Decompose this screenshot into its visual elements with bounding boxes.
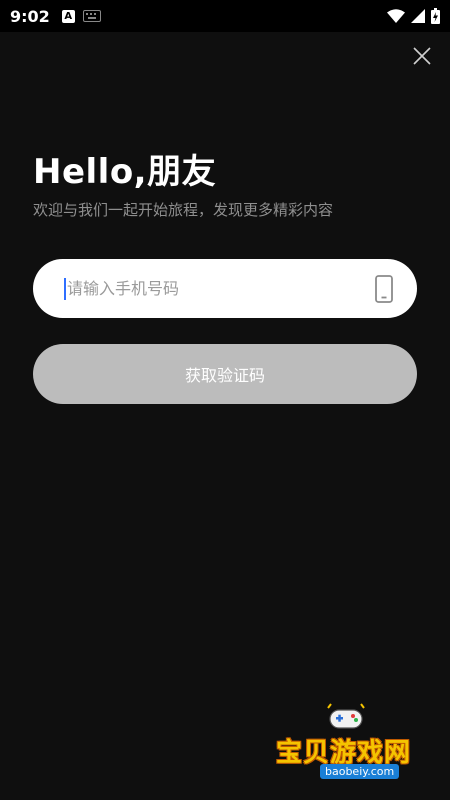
phone-field[interactable] bbox=[33, 259, 417, 318]
gamepad-icon bbox=[327, 703, 365, 729]
signal-icon bbox=[411, 9, 425, 23]
system-icons bbox=[387, 8, 440, 24]
watermark-url: baobeiy.com bbox=[320, 764, 400, 779]
wifi-icon bbox=[387, 9, 405, 23]
watermark: 宝贝游戏网 baobeiy.com bbox=[270, 702, 420, 784]
close-icon bbox=[413, 47, 431, 65]
text-cursor bbox=[64, 277, 66, 300]
keyboard-icon bbox=[82, 10, 101, 22]
page-subtitle: 欢迎与我们一起开始旅程，发现更多精彩内容 bbox=[33, 201, 334, 219]
status-bar: 9:02 A bbox=[0, 0, 450, 32]
smartphone-icon bbox=[371, 274, 397, 304]
android-a-icon: A bbox=[61, 9, 75, 23]
close-button[interactable] bbox=[410, 44, 434, 68]
get-code-button[interactable]: 获取验证码 bbox=[33, 344, 417, 404]
phone-input[interactable] bbox=[67, 279, 371, 298]
page-title: Hello,朋友 bbox=[33, 152, 217, 192]
battery-charging-icon bbox=[431, 8, 440, 24]
status-time: 9:02 bbox=[10, 6, 50, 26]
notification-icons: A bbox=[61, 9, 101, 23]
